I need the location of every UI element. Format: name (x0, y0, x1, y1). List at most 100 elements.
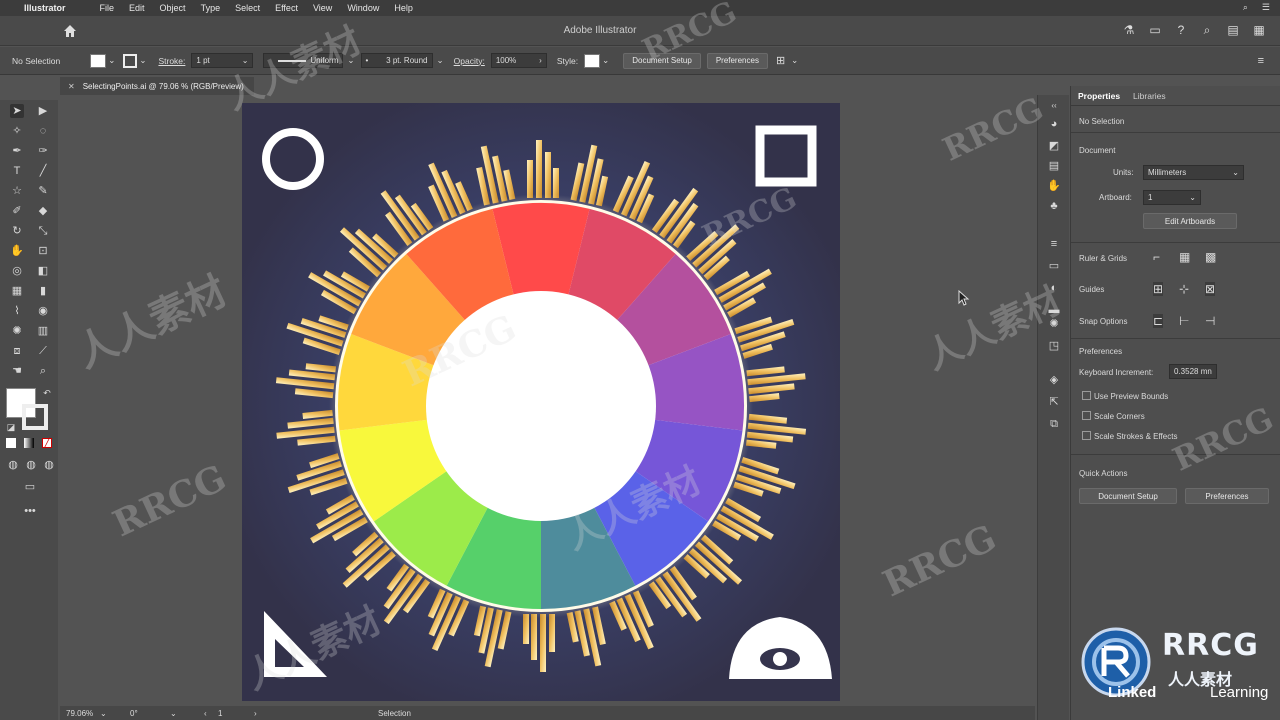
line-tool-icon[interactable]: ╱ (36, 164, 50, 178)
draw-normal-icon[interactable]: ◍ (6, 458, 20, 472)
chat-icon[interactable]: ▭ (1148, 23, 1162, 37)
menu-window[interactable]: Window (347, 3, 379, 13)
export-icon[interactable]: ⇱ (1047, 395, 1061, 409)
curvature-tool-icon[interactable]: ✑ (36, 144, 50, 158)
menu-effect[interactable]: Effect (275, 3, 298, 13)
zoom-value[interactable]: 79.06% (66, 709, 96, 718)
preferences-button[interactable]: Preferences (706, 52, 768, 69)
grid-icon[interactable]: ▦ (1179, 250, 1190, 264)
perspective-grid-icon[interactable]: ▦ (10, 284, 24, 298)
close-icon[interactable]: ✕ (68, 82, 75, 91)
snap-to-pixel-icon[interactable]: ⊢ (1179, 314, 1189, 328)
units-dropdown[interactable]: Millimeters ⌄ (1143, 165, 1244, 180)
canvas-area[interactable] (60, 95, 1035, 705)
arrange-icon[interactable]: ▦ (1252, 23, 1266, 37)
draw-behind-icon[interactable]: ◍ (24, 458, 38, 472)
direct-selection-tool-icon[interactable]: ▶ (36, 104, 50, 118)
brushes-icon[interactable]: ✋ (1047, 179, 1061, 193)
type-tool-icon[interactable]: T (10, 164, 24, 178)
pencil-tool-icon[interactable]: ✎ (36, 184, 50, 198)
more-tools-icon[interactable]: ••• (22, 504, 38, 518)
rotation-value[interactable]: 0° (130, 709, 170, 718)
gradient-icon[interactable]: ◐ (1047, 281, 1061, 295)
shape-builder-icon[interactable]: ◎ (10, 264, 24, 278)
stroke-panel-icon[interactable]: ▬ (1047, 303, 1061, 317)
gradient-mode-icon[interactable] (24, 438, 34, 448)
align-icon[interactable]: ≡ (1047, 237, 1061, 251)
menu-file[interactable]: File (100, 3, 115, 13)
swatches-icon[interactable]: ▤ (1047, 159, 1061, 173)
color-guide-icon[interactable]: ◩ (1047, 139, 1061, 153)
stroke-color-swatch[interactable] (22, 404, 48, 430)
app-menu[interactable]: Illustrator (24, 3, 66, 13)
rotate-tool-icon[interactable]: ↻ (10, 224, 24, 238)
snap-to-glyph-icon[interactable]: ⊣ (1205, 314, 1215, 328)
stroke-profile-dropdown[interactable]: Uniform (263, 53, 344, 68)
selection-tool-icon[interactable]: ➤ (10, 104, 24, 118)
column-graph-icon[interactable]: ▥ (36, 324, 50, 338)
transparency-icon[interactable]: ▭ (1047, 259, 1061, 273)
artboard[interactable] (242, 103, 840, 701)
live-paint-icon[interactable]: ◧ (36, 264, 50, 278)
show-guides-icon[interactable]: ⊞ (1153, 282, 1164, 296)
pen-tool-icon[interactable]: ✒ (10, 144, 24, 158)
color-icon[interactable]: ◕ (1047, 117, 1061, 131)
transparency-grid-icon[interactable]: ▩ (1205, 250, 1216, 264)
control-center-icon[interactable]: ☰ (1262, 2, 1270, 13)
default-colors-icon[interactable]: ◪ (4, 420, 18, 434)
chevron-down-icon[interactable]: ⌄ (791, 55, 798, 66)
gradient-tool-icon[interactable]: ▮ (36, 284, 50, 298)
menu-type[interactable]: Type (201, 3, 221, 13)
chevron-down-icon[interactable]: ⌄ (100, 709, 122, 718)
search-icon[interactable]: ⌕ (1200, 23, 1214, 37)
star-tool-icon[interactable]: ☆ (10, 184, 24, 198)
help-icon[interactable]: ? (1174, 23, 1188, 37)
panel-menu-icon[interactable]: ≡ (1258, 55, 1264, 67)
chevron-down-icon[interactable]: ⌄ (170, 709, 182, 718)
layers-icon[interactable]: ◈ (1047, 373, 1061, 387)
workspace-icon[interactable]: ▤ (1226, 23, 1240, 37)
scale-corners-checkbox[interactable] (1082, 411, 1091, 420)
brush-dropdown[interactable]: • 3 pt. Round (360, 53, 433, 68)
smart-guides-icon[interactable]: ⊠ (1205, 282, 1216, 296)
menu-select[interactable]: Select (235, 3, 260, 13)
menu-edit[interactable]: Edit (129, 3, 145, 13)
fill-swatch[interactable] (90, 53, 107, 68)
draw-inside-icon[interactable]: ◍ (42, 458, 56, 472)
artboard-number[interactable]: 1 (218, 709, 248, 718)
stroke-label[interactable]: Stroke: (158, 56, 185, 66)
chevron-down-icon[interactable]: ⌄ (108, 55, 115, 66)
screen-mode-icon[interactable]: ▭ (20, 480, 40, 494)
eraser-icon[interactable]: ◆ (36, 204, 50, 218)
artboards-icon[interactable]: ⧉ (1047, 417, 1061, 431)
edit-artboards-button[interactable]: Edit Artboards (1143, 213, 1237, 229)
color-mode-icon[interactable] (6, 438, 16, 448)
qa-preferences-button[interactable]: Preferences (1185, 488, 1269, 504)
eyedropper-icon[interactable]: ⌇ (10, 304, 24, 318)
tab-properties[interactable]: Properties (1071, 91, 1126, 105)
stroke-swatch[interactable] (123, 53, 138, 68)
lock-guides-icon[interactable]: ⊹ (1179, 282, 1189, 296)
artboard-tool-icon[interactable]: ⧈ (10, 344, 24, 358)
chevron-down-icon[interactable]: ⌄ (602, 55, 609, 66)
chevron-down-icon[interactable]: ⌄ (437, 55, 444, 66)
document-setup-button[interactable]: Document Setup (623, 52, 701, 69)
graphic-styles-icon[interactable]: ◳ (1047, 339, 1061, 353)
tab-libraries[interactable]: Libraries (1126, 91, 1172, 105)
scale-strokes-checkbox[interactable] (1082, 431, 1091, 440)
beaker-icon[interactable]: ⚗ (1122, 23, 1136, 37)
chevron-down-icon[interactable]: ⌄ (347, 55, 354, 66)
qa-document-setup-button[interactable]: Document Setup (1079, 488, 1177, 504)
opacity-field[interactable]: 100% › (490, 53, 547, 68)
arrange-documents-icon[interactable]: ⊞ (776, 54, 785, 67)
warp-tool-icon[interactable]: ✋ (10, 244, 24, 258)
opacity-label[interactable]: Opacity: (454, 56, 485, 66)
next-artboard-icon[interactable]: › (254, 709, 264, 718)
swap-colors-icon[interactable]: ↶ (40, 386, 54, 400)
scale-tool-icon[interactable]: ⤡ (36, 224, 50, 238)
collapse-icon[interactable]: ‹‹ (1047, 99, 1061, 113)
stroke-weight-field[interactable]: 1 pt ⌄ (191, 53, 254, 68)
chevron-down-icon[interactable]: ⌄ (139, 55, 146, 66)
paintbrush-icon[interactable]: ✐ (10, 204, 24, 218)
hand-tool-icon[interactable]: ☚ (10, 364, 24, 378)
